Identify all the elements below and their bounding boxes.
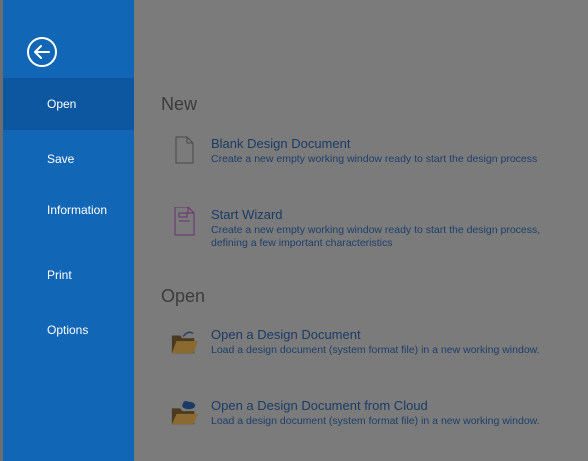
sidebar-item-options[interactable]: Options [3, 304, 134, 356]
sidebar-item-label: Open [47, 97, 77, 111]
sidebar-item-label: Information [47, 203, 108, 217]
entry-description: Load a design document (system format fi… [211, 415, 540, 427]
backstage-sidebar: Open Save Information Print Options [3, 0, 134, 461]
wizard-document-icon [174, 207, 195, 236]
entry-description: Create a new empty working window ready … [211, 153, 538, 165]
open-folder-icon [171, 331, 198, 354]
start-wizard-option[interactable]: Start Wizard Create a new empty working … [170, 207, 580, 253]
entry-title: Open a Design Document [211, 327, 361, 342]
sidebar-item-information[interactable]: Information [3, 184, 134, 236]
arrow-left-circle-icon [27, 37, 57, 67]
cloud-folder-icon [171, 400, 198, 425]
sidebar-item-label: Save [47, 152, 75, 166]
entry-description: Load a design document (system format fi… [211, 344, 540, 356]
sidebar-item-open[interactable]: Open [3, 78, 134, 130]
sidebar-item-save[interactable]: Save [3, 133, 134, 185]
entry-title: Start Wizard [211, 207, 283, 222]
open-from-cloud-option[interactable]: Open a Design Document from Cloud Load a… [170, 398, 580, 444]
entry-description: Create a new empty working window ready … [211, 224, 541, 249]
blank-document-icon [175, 136, 194, 164]
sidebar-item-label: Options [47, 323, 89, 337]
open-design-document-option[interactable]: Open a Design Document Load a design doc… [170, 327, 580, 373]
sidebar-item-label: Print [47, 268, 72, 282]
backstage-content: New Blank Design Document Create a new e… [134, 0, 588, 461]
entry-title: Open a Design Document from Cloud [211, 398, 428, 413]
section-title-new: New [161, 94, 198, 114]
back-button[interactable] [26, 36, 58, 68]
section-title-open: Open [161, 286, 206, 306]
entry-title: Blank Design Document [211, 136, 351, 151]
sidebar-item-print[interactable]: Print [3, 249, 134, 301]
blank-design-document-option[interactable]: Blank Design Document Create a new empty… [170, 136, 580, 182]
